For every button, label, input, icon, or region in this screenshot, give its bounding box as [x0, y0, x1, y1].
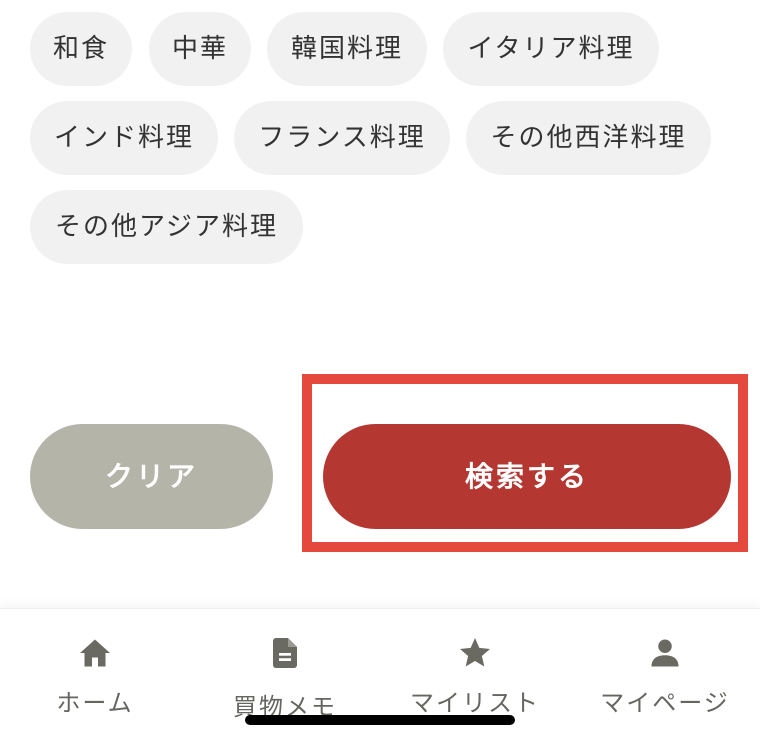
tab-home-label: ホーム	[56, 689, 134, 717]
search-screen: 和食 中華 韓国料理 イタリア料理 インド料理 フランス料理 その他西洋料理 そ…	[0, 0, 760, 741]
chip-french[interactable]: フランス料理	[234, 101, 450, 175]
chip-chuka[interactable]: 中華	[149, 12, 251, 86]
chip-indian[interactable]: インド料理	[30, 101, 218, 175]
chip-washoku[interactable]: 和食	[30, 12, 132, 86]
home-indicator	[245, 715, 515, 725]
star-icon	[460, 638, 490, 667]
chip-italian[interactable]: イタリア料理	[443, 12, 659, 86]
document-icon	[273, 638, 297, 668]
chip-other-asian[interactable]: その他アジア料理	[30, 190, 303, 264]
clear-button[interactable]: クリア	[30, 424, 273, 529]
person-icon	[651, 639, 679, 667]
home-icon	[80, 639, 110, 667]
tab-mylist-label: マイリスト	[410, 689, 540, 717]
chip-korean[interactable]: 韓国料理	[267, 12, 427, 86]
tab-mypage[interactable]: マイページ	[570, 609, 760, 741]
tab-mypage-label: マイページ	[600, 689, 730, 717]
tab-home[interactable]: ホーム	[0, 609, 190, 741]
highlight-annotation	[302, 374, 748, 552]
chip-other-western[interactable]: その他西洋料理	[466, 101, 711, 175]
